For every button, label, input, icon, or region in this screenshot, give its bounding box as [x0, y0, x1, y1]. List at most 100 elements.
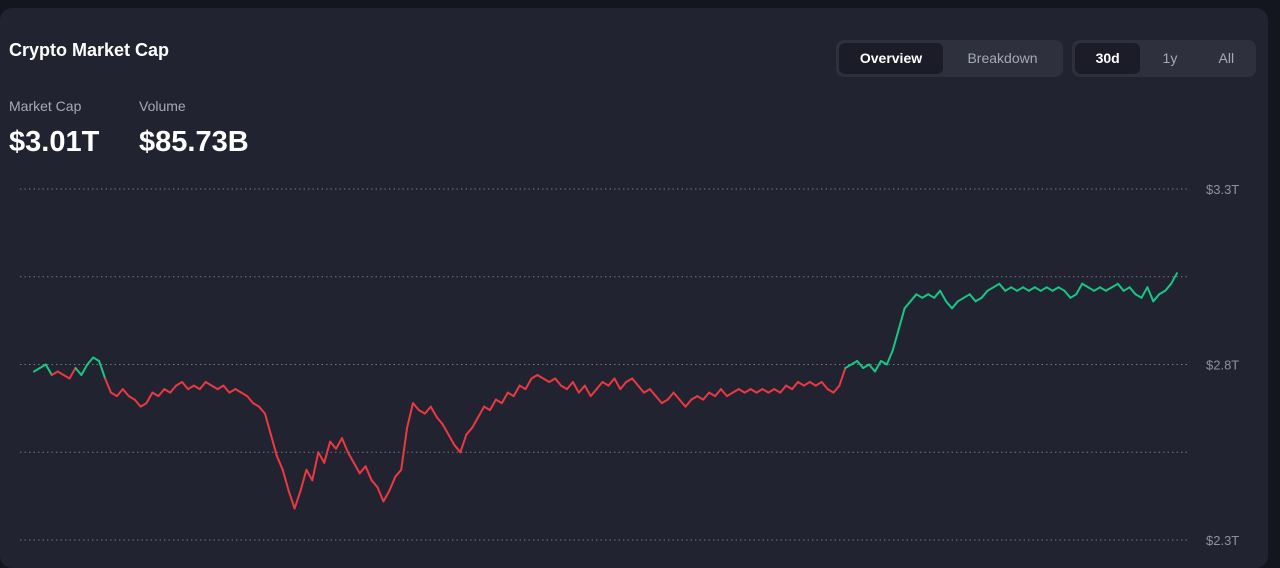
line-segment	[388, 475, 397, 492]
line-segment	[1075, 282, 1084, 296]
line-segment	[672, 391, 681, 401]
line-segment	[909, 293, 918, 303]
line-segment	[951, 300, 959, 310]
line-segment	[808, 381, 817, 387]
line-segment	[145, 391, 154, 405]
line-segment	[435, 416, 444, 426]
line-segment	[820, 381, 829, 391]
line-segment	[1158, 289, 1167, 296]
line-segment	[684, 398, 693, 408]
line-segment	[62, 374, 71, 380]
line-segment	[181, 381, 189, 391]
line-segment	[945, 300, 953, 310]
line-segment	[163, 388, 172, 394]
line-segment	[548, 377, 557, 383]
line-segment	[897, 307, 906, 331]
line-segment	[358, 465, 367, 475]
line-segment	[571, 381, 580, 394]
line-segment	[216, 384, 225, 391]
line-segment	[346, 451, 355, 464]
line-segment	[725, 391, 734, 398]
line-segment	[441, 423, 450, 436]
line-segment	[1063, 289, 1072, 299]
line-segment	[702, 391, 711, 401]
line-segment	[275, 454, 284, 471]
line-segment	[974, 296, 983, 303]
line-segment	[1004, 286, 1013, 292]
line-segment	[56, 370, 65, 376]
line-segment	[862, 363, 870, 369]
line-segment	[1027, 286, 1036, 292]
line-segment	[1170, 272, 1178, 285]
line-segment	[33, 367, 41, 373]
line-segment	[323, 440, 332, 464]
line-segment	[749, 388, 758, 394]
line-segment	[518, 384, 527, 391]
line-segment	[583, 384, 592, 398]
line-segment	[915, 293, 924, 299]
line-segment	[666, 391, 675, 401]
line-segment	[264, 412, 272, 436]
line-segment	[1093, 286, 1101, 292]
line-segment	[939, 289, 947, 303]
line-segment	[1104, 286, 1113, 292]
line-segment	[121, 388, 130, 398]
line-segment	[1128, 286, 1137, 296]
line-segment	[962, 293, 971, 299]
line-segment	[767, 388, 776, 394]
line-segment	[352, 461, 361, 475]
line-segment	[554, 377, 563, 387]
gridlines	[20, 188, 1190, 541]
line-segment	[370, 479, 379, 489]
line-segment	[1164, 282, 1173, 292]
line-segment	[317, 451, 326, 464]
line-segment	[204, 381, 213, 387]
line-segment	[643, 388, 651, 394]
line-segment	[560, 384, 568, 391]
line-segment	[1087, 286, 1096, 292]
line-segment	[1146, 286, 1155, 303]
line-segment	[613, 377, 622, 391]
line-segment	[1051, 286, 1060, 292]
line-segment	[471, 416, 480, 429]
line-segment	[341, 437, 349, 454]
line-segment	[305, 468, 314, 482]
line-segment	[607, 377, 616, 387]
line-segment	[222, 384, 231, 394]
line-segment	[998, 282, 1007, 292]
line-segment	[743, 388, 752, 394]
line-segment	[192, 384, 201, 391]
line-segment	[601, 381, 610, 387]
line-segment	[714, 388, 722, 398]
line-segment	[595, 381, 604, 391]
line-segment	[104, 377, 112, 394]
line-segment	[1099, 286, 1107, 292]
line-segment	[891, 328, 900, 352]
line-segment	[992, 282, 1001, 289]
line-segment	[690, 395, 699, 401]
line-segment	[175, 381, 184, 387]
line-segment	[826, 388, 835, 394]
y-tick-label: $2.8T	[1206, 358, 1239, 373]
line-segment	[648, 388, 657, 398]
line-segment	[797, 381, 805, 387]
line-segment	[382, 489, 391, 503]
line-segment	[1057, 286, 1066, 292]
line-segment	[50, 370, 59, 376]
line-segment	[524, 377, 533, 391]
line-segment	[412, 402, 420, 412]
line-segment	[127, 395, 136, 401]
line-segment	[287, 489, 296, 510]
line-segment	[38, 363, 47, 369]
line-segment	[1010, 286, 1019, 292]
line-segment	[956, 296, 965, 303]
line-segment	[210, 384, 219, 391]
line-segment	[844, 363, 853, 369]
line-segment	[1134, 293, 1143, 299]
y-axis-labels: $3.3T $2.8T $2.3T	[1206, 182, 1239, 548]
line-segment	[885, 349, 894, 366]
line-segment	[80, 363, 89, 376]
y-tick-label: $3.3T	[1206, 182, 1239, 197]
line-segment	[678, 398, 687, 408]
line-segment	[619, 381, 628, 391]
